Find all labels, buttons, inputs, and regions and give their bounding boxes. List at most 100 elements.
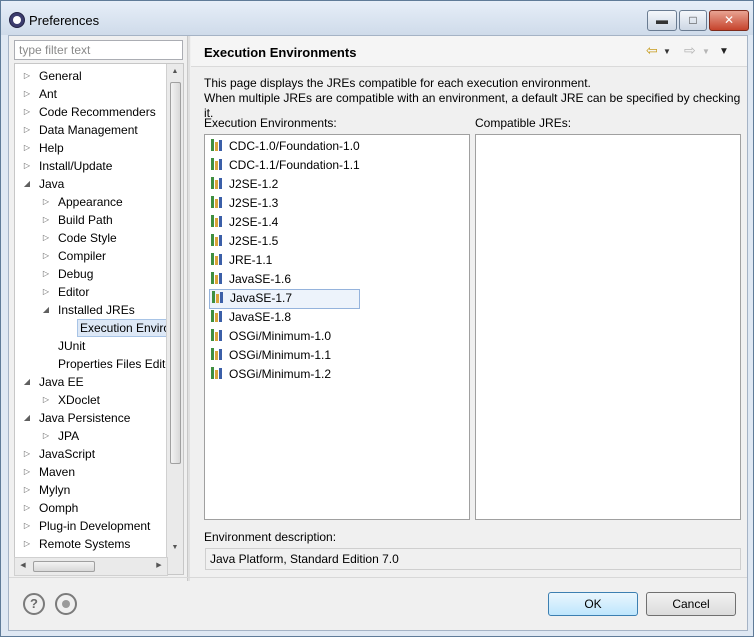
forward-arrow-icon[interactable]: ⇨ [684, 42, 696, 59]
environment-list-item[interactable]: J2SE-1.4 [211, 213, 278, 231]
scroll-up-icon[interactable]: ▲ [167, 64, 183, 80]
filter-input[interactable]: type filter text [14, 40, 183, 60]
environment-list-item[interactable]: J2SE-1.2 [211, 175, 278, 193]
tree-vertical-scrollbar[interactable]: ▲ ▼ [166, 64, 183, 574]
tree-item[interactable]: ▷ Code Recommenders [15, 103, 165, 121]
collapsed-arrow-icon[interactable]: ▷ [42, 247, 50, 265]
scroll-left-icon[interactable]: ◀ [15, 558, 31, 574]
environment-list-item[interactable]: OSGi/Minimum-1.0 [211, 327, 331, 345]
forward-dropdown-icon[interactable]: ▼ [702, 47, 710, 56]
collapsed-arrow-icon[interactable]: ▷ [42, 265, 50, 283]
tree-item[interactable]: ▷ Ant [15, 85, 165, 103]
collapsed-arrow-icon[interactable]: ▷ [23, 85, 31, 103]
environment-name: CDC-1.1/Foundation-1.1 [229, 158, 360, 172]
environment-name: CDC-1.0/Foundation-1.0 [229, 139, 360, 153]
collapsed-arrow-icon[interactable]: ▷ [23, 139, 31, 157]
collapsed-arrow-icon[interactable]: ▷ [23, 121, 31, 139]
tree-item[interactable]: ▷ XDoclet [15, 391, 165, 409]
scroll-down-icon[interactable]: ▼ [167, 540, 183, 556]
environment-list-item[interactable]: OSGi/Minimum-1.2 [211, 365, 331, 383]
expanded-arrow-icon[interactable]: ◢ [23, 175, 31, 193]
environment-list-item[interactable]: J2SE-1.3 [211, 194, 278, 212]
title-bar[interactable]: Preferences ▬ □ ✕ [1, 1, 753, 35]
environment-list-item[interactable]: JavaSE-1.7 [209, 289, 360, 309]
record-icon[interactable] [55, 593, 77, 615]
page-description: This page displays the JREs compatible f… [204, 76, 747, 121]
collapsed-arrow-icon[interactable]: ▷ [42, 193, 50, 211]
scroll-right-icon[interactable]: ▶ [151, 558, 167, 574]
collapsed-arrow-icon[interactable]: ▷ [42, 283, 50, 301]
tree-item[interactable]: ▷ Build Path [15, 211, 165, 229]
collapsed-arrow-icon[interactable]: ▷ [23, 103, 31, 121]
tree-item-label: JUnit [58, 339, 86, 353]
tree-item-label: Data Management [39, 123, 138, 137]
tree-item[interactable]: ▷ Plug-in Development [15, 517, 165, 535]
environment-list-item[interactable]: JavaSE-1.8 [211, 308, 291, 326]
tree-item[interactable]: ▷ General [15, 67, 165, 85]
environment-list-item[interactable]: J2SE-1.5 [211, 232, 278, 250]
collapsed-arrow-icon[interactable]: ▷ [23, 499, 31, 517]
collapsed-arrow-icon[interactable]: ▷ [23, 445, 31, 463]
tree-item[interactable]: ▷ Compiler [15, 247, 165, 265]
collapsed-arrow-icon[interactable]: ▷ [23, 157, 31, 175]
cancel-button[interactable]: Cancel [646, 592, 736, 616]
environment-list-item[interactable]: CDC-1.0/Foundation-1.0 [211, 137, 360, 155]
minimize-button[interactable]: ▬ [647, 10, 677, 31]
expanded-arrow-icon[interactable]: ◢ [23, 409, 31, 427]
environment-list-item[interactable]: JavaSE-1.6 [211, 270, 291, 288]
tree-item[interactable]: ▷ JPA [15, 427, 165, 445]
tree-horizontal-scrollbar[interactable]: ◀ ▶ [14, 557, 168, 576]
tree-item[interactable]: JUnit [15, 337, 165, 355]
window-title: Preferences [29, 13, 100, 28]
button-bar-separator [9, 577, 747, 578]
collapsed-arrow-icon[interactable]: ▷ [42, 229, 50, 247]
tree-item-label: Execution Enviro [77, 319, 174, 337]
tree-item[interactable]: ▷ Install/Update [15, 157, 165, 175]
collapsed-arrow-icon[interactable]: ▷ [42, 391, 50, 409]
collapsed-arrow-icon[interactable]: ▷ [42, 211, 50, 229]
tree-item[interactable]: ▷ Appearance [15, 193, 165, 211]
collapsed-arrow-icon[interactable]: ▷ [42, 427, 50, 445]
tree-item[interactable]: Properties Files Edito [15, 355, 172, 373]
tree-item[interactable]: ▷ Debug [15, 265, 165, 283]
preferences-tree: ▷ General ▷ Ant ▷ Code Recommenders ▷ Data Mana… [14, 63, 184, 575]
tree-item[interactable]: ▷ Data Management [15, 121, 165, 139]
tree-item[interactable]: ▷ Mylyn [15, 481, 165, 499]
tree-item[interactable]: ▷ Editor [15, 283, 165, 301]
environment-list-item[interactable]: CDC-1.1/Foundation-1.1 [211, 156, 360, 174]
collapsed-arrow-icon[interactable]: ▷ [23, 517, 31, 535]
environment-list-item[interactable]: OSGi/Minimum-1.1 [211, 346, 331, 364]
collapsed-arrow-icon[interactable]: ▷ [23, 463, 31, 481]
tree-item[interactable]: ▷ Remote Systems [15, 535, 165, 553]
tree-item[interactable]: ◢ Java EE [15, 373, 165, 391]
tree-item[interactable]: ▷ Code Style [15, 229, 165, 247]
back-dropdown-icon[interactable]: ▼ [663, 47, 671, 56]
tree-item[interactable]: ▷ Help [15, 139, 165, 157]
environments-label: Execution Environments: [204, 116, 337, 130]
view-menu-icon[interactable]: ▼ [719, 46, 729, 57]
splitter[interactable] [187, 36, 190, 581]
tree-item[interactable]: ▷ JavaScript [15, 445, 165, 463]
tree-item[interactable]: ▷ Oomph [15, 499, 165, 517]
compatible-jres-list[interactable] [475, 134, 741, 520]
tree-item[interactable]: ▷ Maven [15, 463, 165, 481]
environments-list[interactable]: CDC-1.0/Foundation-1.0 CDC-1.1/Foundation… [204, 134, 470, 520]
close-button[interactable]: ✕ [709, 10, 749, 31]
back-arrow-icon[interactable]: ⇦ [646, 42, 658, 59]
maximize-button[interactable]: □ [679, 10, 707, 31]
expanded-arrow-icon[interactable]: ◢ [23, 373, 31, 391]
tree-item-label: Remote Systems [39, 537, 131, 551]
expanded-arrow-icon[interactable]: ◢ [42, 301, 50, 319]
scroll-thumb[interactable] [170, 82, 181, 464]
tree-item[interactable]: ◢ Java [15, 175, 165, 193]
tree-item[interactable]: ◢ Installed JREs [15, 301, 165, 319]
tree-item[interactable]: ◢ Java Persistence [15, 409, 165, 427]
ok-button[interactable]: OK [548, 592, 638, 616]
help-icon[interactable]: ? [23, 593, 45, 615]
horizontal-scroll-thumb[interactable] [33, 561, 95, 572]
collapsed-arrow-icon[interactable]: ▷ [23, 67, 31, 85]
environment-list-item[interactable]: JRE-1.1 [211, 251, 272, 269]
collapsed-arrow-icon[interactable]: ▷ [23, 535, 31, 553]
tree-item[interactable]: Execution Enviro [15, 319, 174, 337]
collapsed-arrow-icon[interactable]: ▷ [23, 481, 31, 499]
